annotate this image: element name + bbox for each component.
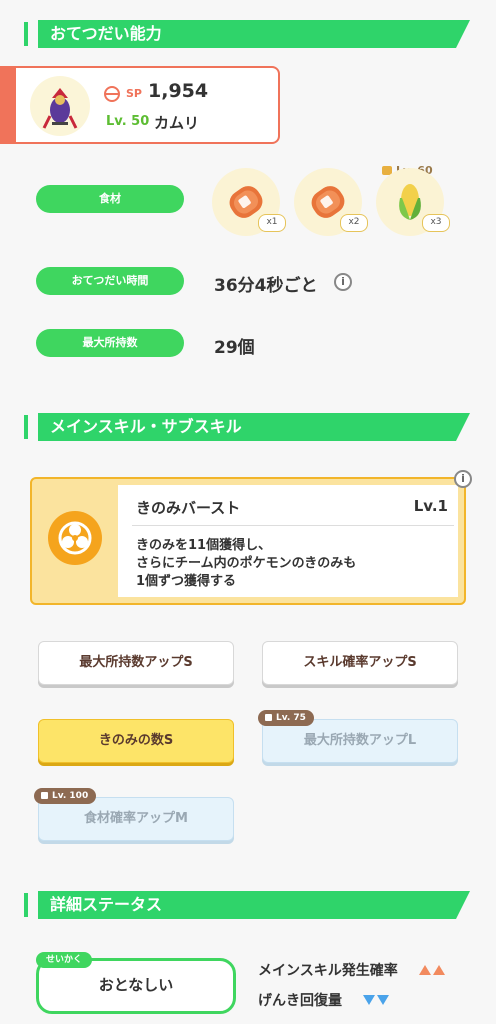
pokemon-avatar: [30, 76, 90, 136]
section-header-details: 詳細ステータス: [24, 891, 470, 919]
max-carry-label: 最大所持数: [36, 329, 184, 357]
info-icon[interactable]: i: [334, 273, 352, 291]
section-title-details: 詳細ステータス: [38, 891, 470, 919]
down-arrow-icon: [362, 995, 375, 1005]
sp-icon: [104, 86, 120, 102]
berry-burst-icon: [48, 511, 102, 565]
help-time-label: おてつだい時間: [36, 267, 184, 295]
ingredients-label: 食材: [36, 185, 184, 213]
main-skill-card[interactable]: きのみバースト Lv.1 きのみを11個獲得し、 さらにチーム内のポケモンのきの…: [30, 477, 466, 605]
up-arrow-icon: [418, 965, 431, 975]
sub-skill-button[interactable]: スキル確率アップS: [262, 641, 458, 685]
lock-level-tag: Lv. 100: [34, 788, 97, 804]
section-title-skills: メインスキル・サブスキル: [38, 413, 470, 441]
pokemon-name: カムリ: [154, 114, 200, 132]
ingredient-slot-2[interactable]: x2: [294, 168, 368, 236]
section-header-help: おてつだい能力: [24, 20, 470, 48]
ingredient-slot-1[interactable]: x1: [212, 168, 286, 236]
sub-skill-button[interactable]: 最大所持数アップS: [38, 641, 234, 685]
pokemon-card[interactable]: SP 1,954 Lv. 50 カムリ: [0, 66, 280, 144]
nature-value: おとなしい: [98, 976, 174, 994]
ingredient-qty: x1: [258, 214, 286, 232]
section-title-help: おてつだい能力: [38, 20, 470, 48]
nature-up-stat: メインスキル発生確率: [258, 960, 445, 980]
main-skill-description: きのみを11個獲得し、 さらにチーム内のポケモンのきのみも 1個ずつ獲得する: [136, 538, 357, 589]
pokemon-level: Lv. 50: [106, 114, 150, 129]
sp-label: SP: [126, 87, 142, 100]
main-skill-name: きのみバースト: [136, 499, 241, 517]
info-icon[interactable]: i: [454, 470, 472, 488]
lock-level-tag: Lv. 75: [258, 710, 314, 726]
ingredient-qty: x3: [422, 214, 450, 232]
help-time-value: 36分4秒ごと: [214, 276, 318, 296]
ingredient-qty: x2: [340, 214, 368, 232]
sp-value: 1,954: [148, 80, 209, 102]
up-arrow-icon: [432, 965, 445, 975]
nature-down-stat: げんき回復量: [258, 990, 389, 1010]
sub-skill-button-selected[interactable]: きのみの数S: [38, 719, 234, 763]
section-header-skills: メインスキル・サブスキル: [24, 413, 470, 441]
max-carry-value: 29個: [214, 338, 255, 358]
ingredient-slot-3[interactable]: x3: [376, 168, 450, 236]
main-skill-level: Lv.1: [413, 497, 448, 515]
down-arrow-icon: [376, 995, 389, 1005]
